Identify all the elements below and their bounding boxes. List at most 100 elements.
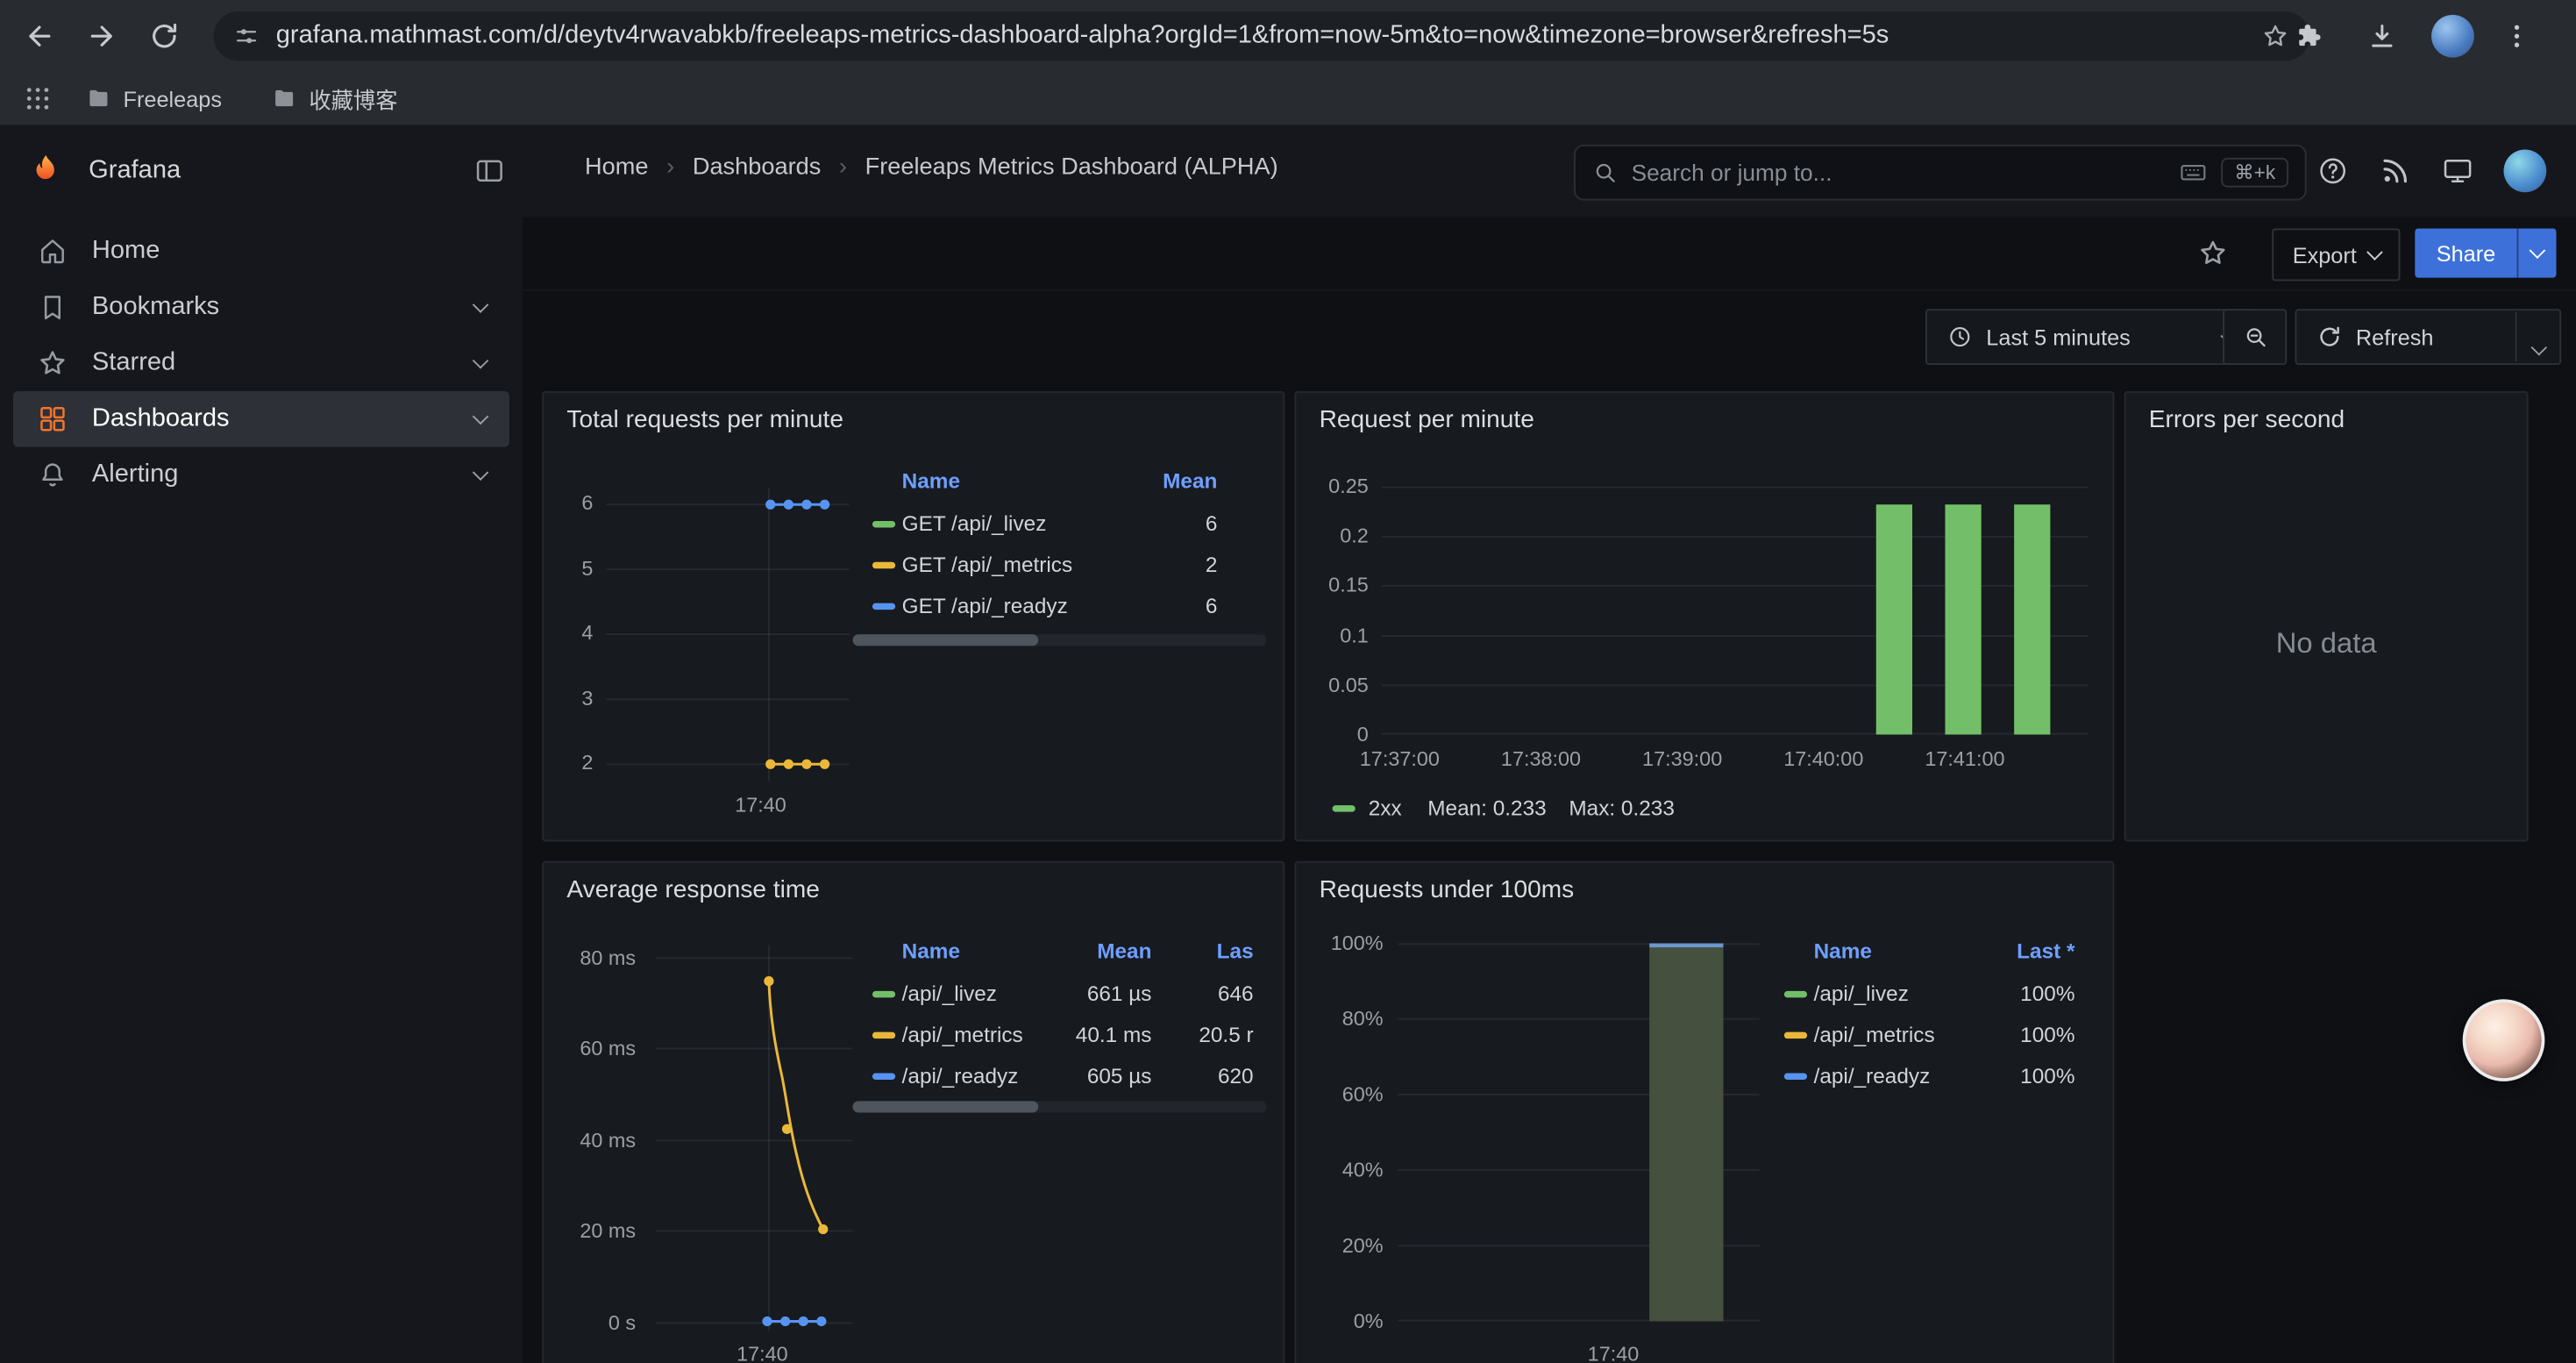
bookmark-star-icon[interactable] — [2260, 21, 2290, 51]
y-tick: 2 — [551, 751, 594, 774]
reload-icon[interactable] — [148, 19, 181, 52]
export-label: Export — [2293, 242, 2357, 267]
chevron-down-icon — [2366, 244, 2382, 260]
bookmark-item-blogs[interactable]: 收藏博客 — [271, 82, 397, 115]
y-tick: 40 ms — [544, 1129, 636, 1152]
legend-col-last[interactable]: Last * — [2017, 938, 2074, 963]
legend-col-last[interactable]: Las — [1217, 938, 1254, 963]
panel-title[interactable]: Average response time — [566, 876, 820, 904]
forward-icon[interactable] — [85, 19, 117, 52]
search-placeholder: Search or jump to... — [1632, 160, 2166, 186]
monitor-icon[interactable] — [2441, 154, 2473, 187]
favorite-star-icon[interactable] — [2196, 237, 2229, 269]
url-bar[interactable]: grafana.mathmast.com/d/deytv4rwavabkb/fr… — [214, 11, 2310, 61]
legend-row: GET /api/_metrics 2 — [852, 549, 1266, 585]
legend-row: /api/_livez 100% — [1773, 978, 2113, 1014]
legend-col-mean[interactable]: Mean — [1097, 938, 1151, 963]
series-name[interactable]: /api/_metrics — [902, 1022, 1023, 1046]
y-tick: 20 ms — [544, 1219, 636, 1242]
legend-row: /api/_readyz 605 µs 620 — [852, 1060, 1266, 1096]
sidebar-item-starred[interactable]: Starred — [13, 335, 509, 391]
refresh-label[interactable]: Refresh — [2356, 325, 2434, 349]
series-name[interactable]: 2xx — [1369, 796, 1402, 820]
legend-row: GET /api/_readyz 6 — [852, 590, 1266, 626]
x-tick: 17:40 — [1564, 1343, 1662, 1363]
export-button[interactable]: Export — [2272, 228, 2400, 281]
legend-col-name[interactable]: Name — [1814, 938, 1872, 963]
back-icon[interactable] — [23, 19, 55, 52]
x-tick: 17:39:00 — [1621, 748, 1743, 771]
share-menu-button[interactable] — [2518, 228, 2556, 277]
refresh-icon[interactable] — [2316, 324, 2343, 350]
series-name[interactable]: /api/_livez — [1814, 981, 1909, 1006]
x-tick: 17:40 — [711, 794, 809, 817]
series-name[interactable]: GET /api/_metrics — [902, 553, 1072, 577]
scrollbar-thumb[interactable] — [852, 634, 1038, 646]
chevron-down-icon[interactable] — [473, 353, 489, 369]
legend-col-mean[interactable]: Mean — [1163, 468, 1217, 493]
chevron-down-icon[interactable] — [473, 409, 489, 425]
legend-scrollbar[interactable] — [852, 634, 1266, 646]
chevron-down-icon[interactable] — [473, 296, 489, 313]
series-color-dash — [1784, 991, 1807, 997]
browser-menu-icon[interactable] — [2501, 19, 2533, 52]
legend-col-name[interactable]: Name — [902, 938, 960, 963]
series-color-dash — [1784, 1074, 1807, 1080]
bookmark-item-freeleaps[interactable]: Freeleaps — [85, 85, 222, 111]
x-tick: 17:41:00 — [1904, 748, 2026, 771]
browser-profile-avatar[interactable] — [2431, 15, 2474, 58]
dock-menu-icon[interactable] — [473, 154, 506, 187]
panel-title[interactable]: Total requests per minute — [566, 406, 843, 434]
assistant-avatar[interactable] — [2463, 999, 2545, 1081]
bar-chart-plot[interactable] — [1382, 487, 2089, 735]
grafana-logo-icon[interactable] — [26, 151, 66, 190]
line-chart-plot[interactable] — [606, 488, 849, 781]
legend-scrollbar[interactable] — [852, 1101, 1266, 1112]
breadcrumb-home[interactable]: Home — [585, 154, 648, 181]
extensions-icon[interactable] — [2294, 19, 2326, 52]
series-color-dash — [1784, 1032, 1807, 1038]
legend-table: Name Mean GET /api/_livez 6 GET /api/_me… — [852, 465, 1266, 659]
series-name[interactable]: /api/_metrics — [1814, 1022, 1935, 1046]
site-settings-icon[interactable] — [233, 23, 260, 49]
share-button[interactable]: Share — [2415, 228, 2516, 277]
y-tick: 0% — [1301, 1309, 1384, 1332]
sidebar-item-alerting[interactable]: Alerting — [13, 447, 509, 503]
bar-chart-plot[interactable] — [1398, 944, 1760, 1322]
downloads-icon[interactable] — [2366, 19, 2398, 52]
user-avatar[interactable] — [2504, 150, 2547, 193]
rss-icon[interactable] — [2379, 154, 2411, 187]
series-name[interactable]: GET /api/_readyz — [902, 593, 1068, 617]
time-range-picker[interactable]: Last 5 minutes — [1925, 309, 2256, 365]
sidebar-item-home[interactable]: Home — [13, 224, 509, 280]
y-tick: 60 ms — [544, 1037, 636, 1060]
scrollbar-thumb[interactable] — [852, 1101, 1038, 1112]
panel-title[interactable]: Request per minute — [1320, 406, 1534, 434]
refresh-interval-button[interactable] — [2517, 321, 2560, 353]
legend-row: /api/_livez 661 µs 646 — [852, 978, 1266, 1014]
apps-grid-icon[interactable] — [23, 84, 53, 114]
series-name[interactable]: GET /api/_livez — [902, 511, 1047, 536]
panel-title[interactable]: Requests under 100ms — [1320, 876, 1575, 904]
sidebar-item-dashboards[interactable]: Dashboards — [13, 391, 509, 447]
sidebar-item-label: Home — [92, 237, 160, 267]
chevron-down-icon[interactable] — [473, 464, 489, 481]
panel-title[interactable]: Errors per second — [2149, 406, 2345, 434]
series-name[interactable]: /api/_readyz — [902, 1063, 1019, 1088]
series-color-dash — [872, 603, 895, 610]
series-mean: 605 µs — [1087, 1063, 1152, 1088]
series-name[interactable]: /api/_readyz — [1814, 1063, 1931, 1088]
series-name[interactable]: /api/_livez — [902, 981, 997, 1006]
series-mean: 2 — [1206, 553, 1218, 577]
sidebar-item-bookmarks[interactable]: Bookmarks — [13, 280, 509, 336]
help-icon[interactable] — [2316, 154, 2349, 187]
breadcrumb-dashboards[interactable]: Dashboards — [693, 154, 821, 181]
panel-total-requests: Total requests per minute 6 5 4 3 2 — [542, 391, 1284, 841]
zoom-out-button[interactable] — [2223, 309, 2287, 365]
browser-toolbar: grafana.mathmast.com/d/deytv4rwavabkb/fr… — [0, 0, 2576, 72]
legend-col-name[interactable]: Name — [902, 468, 960, 493]
line-chart-plot[interactable] — [656, 945, 853, 1331]
series-mean: 661 µs — [1087, 981, 1152, 1006]
x-tick: 17:40:00 — [1762, 748, 1884, 771]
search-input[interactable]: Search or jump to... ⌘+k — [1574, 145, 2307, 201]
